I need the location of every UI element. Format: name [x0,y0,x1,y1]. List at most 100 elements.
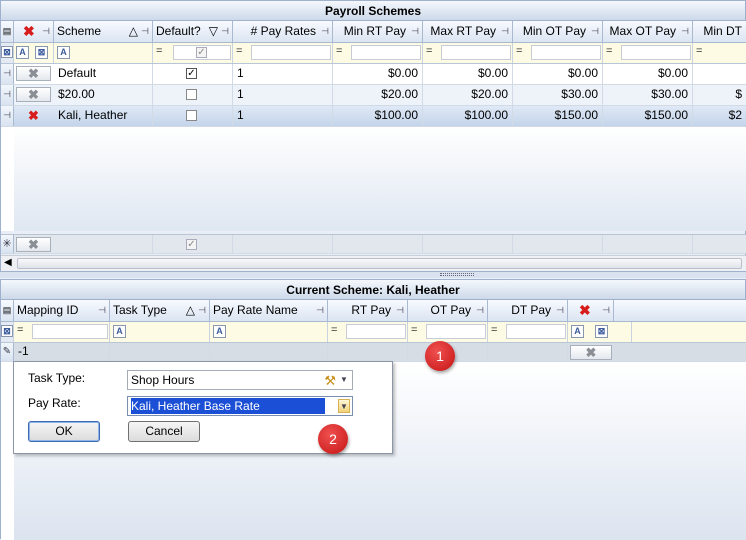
mapping-edit-row[interactable]: ✎ -1 ✖ [1,343,746,362]
cell-pay-rate-name[interactable] [210,343,328,361]
cell-mapping-id[interactable]: -1 [14,343,110,361]
cell-max-ot[interactable]: $30.00 [603,85,693,105]
pin-icon[interactable]: ⊣ [411,21,419,41]
filter-operator[interactable]: = [516,45,522,57]
cell-min-dt[interactable]: $ [693,85,746,105]
filter-scheme[interactable]: A [54,43,153,63]
cell-pay-rates[interactable]: 1 [233,85,333,105]
chevron-down-icon[interactable]: ▼ [338,399,350,413]
cell-dt-pay[interactable] [488,343,568,361]
cell-scheme[interactable]: Default [54,64,153,84]
column-rt-pay[interactable]: RT Pay ⊣ [328,300,408,321]
cell-pay-rates[interactable] [233,235,333,253]
cell-max-rt[interactable]: $100.00 [423,106,513,126]
column-dt-pay[interactable]: DT Pay ⊣ [488,300,568,321]
splitter[interactable] [0,272,746,278]
pin-icon[interactable]: ⊣ [141,21,149,41]
column-task-type[interactable]: Task Type △ ⊣ [110,300,210,321]
filter-text-icon[interactable]: A [571,325,584,338]
sort-asc-icon[interactable]: △ [129,21,138,41]
filter-min-ot-input[interactable] [531,45,601,60]
filter-min-rt-input[interactable] [351,45,421,60]
row-selector[interactable]: ⊣ [1,106,14,126]
cell-default[interactable] [153,85,233,105]
add-new-row[interactable]: ✳ ✖ ✓ [1,234,746,254]
sort-asc-icon[interactable]: △ [186,300,195,320]
filter-mapping-id[interactable]: = [14,322,110,342]
row-selector[interactable]: ⊣ [1,64,14,84]
cell-default[interactable] [153,106,233,126]
filter-operator[interactable]: = [696,45,702,57]
column-ot-pay[interactable]: OT Pay ⊣ [408,300,488,321]
pin-icon[interactable]: ⊣ [396,300,404,320]
filter-operator[interactable]: = [411,324,417,336]
cell-default[interactable]: ✓ [153,64,233,84]
cell-max-ot[interactable]: $150.00 [603,106,693,126]
filter-min-ot[interactable]: = [513,43,603,63]
cell-scheme[interactable]: $20.00 [54,85,153,105]
cell-scheme[interactable] [54,235,153,253]
pin-icon[interactable]: ⊣ [501,21,509,41]
delete-row-button[interactable]: ✖ [16,87,51,102]
filter-text-icon[interactable]: A [213,325,226,338]
pin-icon[interactable]: ⊣ [476,300,484,320]
splitter-grip[interactable] [440,273,474,276]
pin-icon[interactable]: ⊣ [321,21,329,41]
cell-rt-pay[interactable] [328,343,408,361]
cell-pay-rates[interactable]: 1 [233,106,333,126]
row-selector[interactable]: ⊣ [1,85,14,105]
filter-min-rt[interactable]: = [333,43,423,63]
pin-icon[interactable]: ⊣ [316,300,324,320]
filter-clear-icon[interactable]: ⊠ [1,325,13,337]
cell-min-rt[interactable] [333,235,423,253]
cell-min-rt[interactable]: $100.00 [333,106,423,126]
filter-rt-pay[interactable]: = [328,322,408,342]
scroll-left-icon[interactable]: ◀ [4,257,12,268]
ok-button[interactable]: OK [28,421,100,442]
filter-operator[interactable]: = [336,45,342,57]
filter-clear-icon[interactable]: ⊠ [595,325,608,338]
table-row[interactable]: ⊣ ✖ Default ✓ 1 $0.00 $0.00 $0.00 $0.00 [1,64,746,85]
filter-task-type[interactable]: A [110,322,210,342]
cell-min-dt[interactable] [693,64,746,84]
pin-icon[interactable]: ⊣ [556,300,564,320]
filter-rt-pay-input[interactable] [346,324,406,339]
filter-operator[interactable]: = [236,45,242,57]
filter-text-icon[interactable]: A [16,46,29,59]
delete-row-button[interactable]: ✖ [570,345,612,360]
delete-row-button[interactable]: ✖ [16,237,51,252]
chevron-down-icon[interactable]: ▼ [338,373,350,387]
filter-operator[interactable]: = [426,45,432,57]
pin-icon[interactable]: ⊣ [681,21,689,41]
default-checkbox[interactable]: ✓ [186,239,197,250]
cell-scheme[interactable]: Kali, Heather [54,106,153,126]
cell-min-ot[interactable]: $150.00 [513,106,603,126]
column-max-ot-pay[interactable]: Max OT Pay ⊣ [603,21,693,42]
pin-icon[interactable]: ⊣ [221,21,229,41]
filter-pay-rates-input[interactable] [251,45,331,60]
pin-icon[interactable]: ⊣ [602,300,610,320]
filter-operator[interactable]: = [17,324,23,336]
delete-column-header[interactable]: ✖ ⊣ [14,21,54,42]
task-type-combobox[interactable]: Shop Hours ⚒ ▼ [127,370,353,390]
filter-max-rt-input[interactable] [441,45,511,60]
filter-default[interactable]: = ✓ [153,43,233,63]
pin-icon[interactable]: ⊣ [591,21,599,41]
cell-max-rt[interactable]: $0.00 [423,64,513,84]
filter-pay-rate-name[interactable]: A [210,322,328,342]
filter-max-ot[interactable]: = [603,43,693,63]
filter-default-checkbox[interactable]: ✓ [196,47,207,58]
filter-min-dt[interactable]: = [693,43,746,63]
cell-min-ot[interactable]: $0.00 [513,64,603,84]
cell-min-ot[interactable] [513,235,603,253]
column-min-ot-pay[interactable]: Min OT Pay ⊣ [513,21,603,42]
table-row-selected[interactable]: ⊣ ✖ Kali, Heather 1 $100.00 $100.00 $150… [1,106,746,127]
pin-icon[interactable]: ⊣ [98,300,106,320]
cell-min-rt[interactable]: $20.00 [333,85,423,105]
filter-text-icon[interactable]: A [113,325,126,338]
column-chooser-icon[interactable]: ▤ [1,21,14,42]
cancel-button[interactable]: Cancel [128,421,200,442]
cell-default[interactable]: ✓ [153,235,233,253]
scrollbar-thumb[interactable] [17,258,742,269]
filter-clear-icon[interactable]: ⊠ [35,46,48,59]
